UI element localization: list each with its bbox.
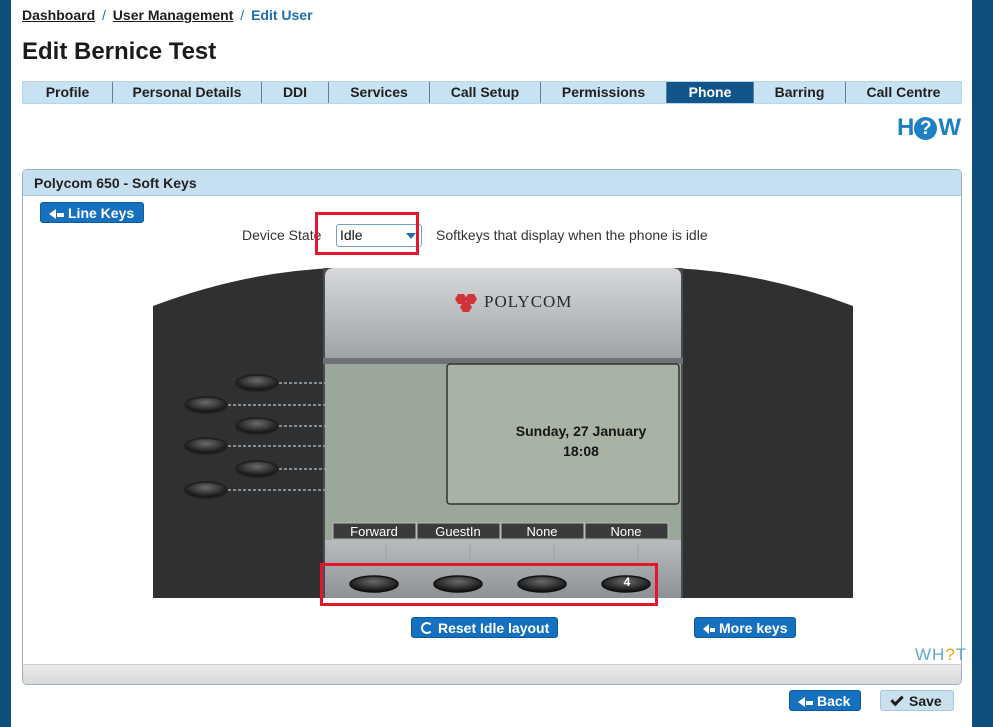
what-logo-left: WH — [915, 645, 946, 664]
arrow-left-icon — [703, 624, 709, 634]
phone-brand: POLYCOM — [484, 292, 572, 311]
what-logo-question: ? — [945, 645, 956, 664]
how-help-logo[interactable]: H? W — [897, 114, 961, 142]
reset-idle-layout-button[interactable]: Reset Idle layout — [411, 617, 559, 638]
what-help-logo[interactable]: WH?T — [915, 645, 967, 665]
what-logo-right: T — [955, 645, 968, 664]
back-label: Back — [817, 693, 851, 709]
breadcrumb-separator: / — [102, 7, 106, 23]
tab-personal-details[interactable]: Personal Details — [113, 82, 262, 103]
panel-footer-bar — [23, 664, 961, 684]
arrow-bar-icon — [806, 701, 813, 705]
page: Dashboard / User Management / Edit User … — [11, 0, 972, 727]
question-icon: ? — [914, 117, 938, 140]
device-state-label: Device State — [242, 227, 322, 243]
highlight-box-softkeys — [320, 563, 658, 606]
line-keys-label: Line Keys — [68, 205, 135, 221]
tab-permissions[interactable]: Permissions — [541, 82, 667, 103]
arrow-bar-icon — [710, 628, 715, 632]
more-keys-label: More keys — [719, 620, 788, 636]
phone-time: 18:08 — [563, 443, 599, 459]
tab-services[interactable]: Services — [329, 82, 430, 103]
line-keys-button[interactable]: Line Keys — [40, 202, 145, 223]
checkmark-icon — [890, 692, 904, 707]
softkey-label-2[interactable]: GuestIn — [435, 524, 481, 539]
tab-profile[interactable]: Profile — [23, 82, 113, 103]
softkey-label-4[interactable]: None — [610, 524, 641, 539]
tab-bar: Profile Personal Details DDI Services Ca… — [22, 81, 962, 104]
tab-call-setup[interactable]: Call Setup — [430, 82, 541, 103]
arrow-bar-icon — [57, 213, 64, 217]
softkey-label-1[interactable]: Forward — [350, 524, 398, 539]
tab-phone[interactable]: Phone — [667, 82, 754, 103]
breadcrumb-current: Edit User — [251, 7, 313, 23]
save-button[interactable]: Save — [880, 690, 954, 711]
arrow-left-icon — [49, 209, 56, 219]
breadcrumb: Dashboard / User Management / Edit User — [22, 7, 313, 23]
reset-idle-layout-label: Reset Idle layout — [438, 620, 550, 636]
tab-call-centre[interactable]: Call Centre — [846, 82, 961, 103]
tab-ddi[interactable]: DDI — [262, 82, 329, 103]
how-logo-right: W — [938, 114, 961, 141]
panel-title: Polycom 650 - Soft Keys — [23, 170, 961, 196]
phone-date: Sunday, 27 January — [516, 423, 647, 439]
how-logo-left: H — [897, 114, 914, 141]
arrow-left-icon — [798, 697, 805, 707]
breadcrumb-dashboard-link[interactable]: Dashboard — [22, 7, 95, 23]
polycom-phone-image: POLYCOM Sunday, 27 January 18:08 Forward… — [153, 268, 853, 598]
softkey-labels: Forward GuestIn None None — [332, 522, 669, 540]
tab-barring[interactable]: Barring — [754, 82, 846, 103]
page-title: Edit Bernice Test — [22, 38, 217, 65]
save-label: Save — [909, 693, 942, 709]
back-button[interactable]: Back — [789, 690, 862, 711]
device-state-description: Softkeys that display when the phone is … — [436, 227, 708, 243]
breadcrumb-separator: / — [240, 7, 245, 23]
highlight-box-device-state — [315, 212, 419, 255]
more-keys-button[interactable]: More keys — [694, 617, 797, 638]
softkey-label-3[interactable]: None — [526, 524, 557, 539]
refresh-icon — [421, 622, 433, 634]
breadcrumb-user-management-link[interactable]: User Management — [113, 7, 234, 23]
